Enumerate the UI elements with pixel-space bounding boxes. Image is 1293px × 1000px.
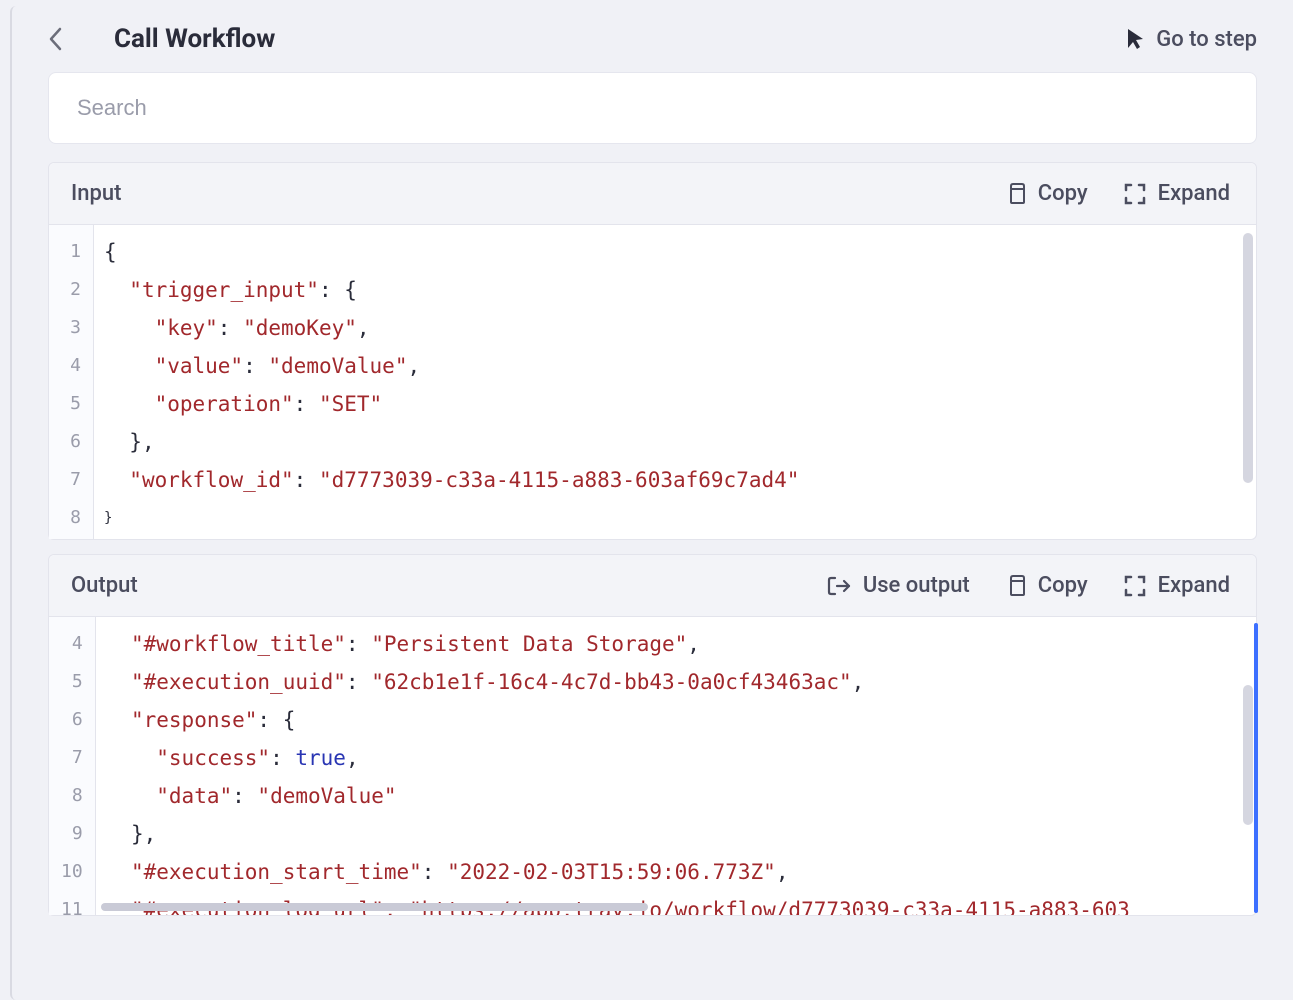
output-hscroll[interactable] bbox=[101, 903, 1240, 913]
chevron-left-icon bbox=[48, 27, 62, 51]
output-vscroll-thumb[interactable] bbox=[1243, 685, 1253, 825]
output-hscroll-thumb[interactable] bbox=[101, 903, 648, 911]
input-copy-label: Copy bbox=[1038, 181, 1088, 206]
output-copy-button[interactable]: Copy bbox=[1006, 573, 1088, 598]
output-copy-label: Copy bbox=[1038, 573, 1088, 598]
input-expand-label: Expand bbox=[1158, 181, 1230, 206]
cursor-icon bbox=[1126, 28, 1144, 50]
search-bar[interactable] bbox=[48, 72, 1257, 144]
output-gutter: 4 5 6 7 8 9 10 11 bbox=[49, 617, 96, 915]
input-copy-button[interactable]: Copy bbox=[1006, 181, 1088, 206]
output-expand-button[interactable]: Expand bbox=[1124, 573, 1230, 598]
copy-icon bbox=[1006, 183, 1026, 205]
input-header: Input Copy Expand bbox=[49, 163, 1256, 225]
input-expand-button[interactable]: Expand bbox=[1124, 181, 1230, 206]
input-code-area[interactable]: 1 2 3 4 5 6 7 8 { "trigger_input": { "ke… bbox=[49, 225, 1256, 539]
go-to-step-label: Go to step bbox=[1156, 27, 1257, 52]
output-actions: Use output Copy Expand bbox=[827, 573, 1230, 598]
go-to-step-button[interactable]: Go to step bbox=[1126, 27, 1257, 52]
use-output-label: Use output bbox=[863, 573, 970, 598]
input-section: Input Copy Expand 1 2 3 4 5 6 7 bbox=[48, 162, 1257, 540]
output-expand-label: Expand bbox=[1158, 573, 1230, 598]
input-actions: Copy Expand bbox=[1006, 181, 1230, 206]
output-header: Output Use output Copy Expand bbox=[49, 555, 1256, 617]
copy-icon bbox=[1006, 575, 1026, 597]
back-button[interactable] bbox=[48, 27, 62, 51]
output-code-area[interactable]: 4 5 6 7 8 9 10 11 "#workflow_title": "Pe… bbox=[49, 617, 1256, 915]
input-code[interactable]: { "trigger_input": { "key": "demoKey", "… bbox=[94, 225, 1256, 539]
input-vscroll-thumb[interactable] bbox=[1243, 233, 1253, 483]
expand-icon bbox=[1124, 575, 1146, 597]
input-vscroll[interactable] bbox=[1242, 233, 1254, 531]
input-gutter: 1 2 3 4 5 6 7 8 bbox=[49, 225, 94, 539]
input-title: Input bbox=[71, 181, 121, 206]
output-code[interactable]: "#workflow_title": "Persistent Data Stor… bbox=[96, 617, 1256, 915]
search-input[interactable] bbox=[77, 95, 1228, 121]
output-title: Output bbox=[71, 573, 138, 598]
output-vscroll[interactable] bbox=[1242, 625, 1254, 907]
expand-icon bbox=[1124, 183, 1146, 205]
use-output-icon bbox=[827, 576, 851, 596]
use-output-button[interactable]: Use output bbox=[827, 573, 970, 598]
panel-header: Call Workflow Go to step bbox=[12, 6, 1293, 72]
header-left: Call Workflow bbox=[48, 24, 275, 54]
output-section: Output Use output Copy Expand 4 5 bbox=[48, 554, 1257, 916]
workflow-step-panel: Call Workflow Go to step Input Copy Expa… bbox=[10, 6, 1293, 1000]
page-title: Call Workflow bbox=[114, 24, 275, 54]
